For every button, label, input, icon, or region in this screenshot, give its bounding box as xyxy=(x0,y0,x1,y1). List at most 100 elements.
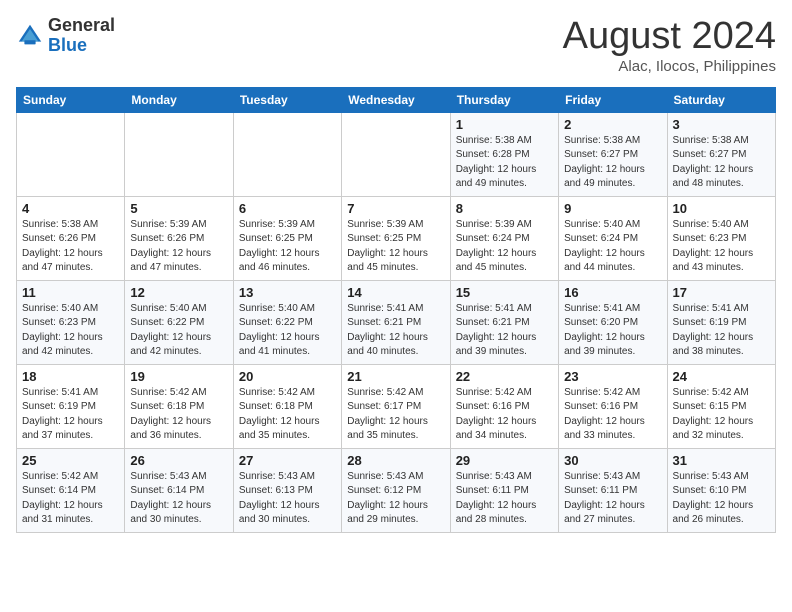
calendar-cell: 1 Sunrise: 5:38 AM Sunset: 6:28 PM Daylig… xyxy=(450,112,558,196)
week-row-1: 1 Sunrise: 5:38 AM Sunset: 6:28 PM Daylig… xyxy=(17,112,776,196)
day-number: 17 xyxy=(673,285,770,300)
calendar-cell: 18 Sunrise: 5:41 AM Sunset: 6:19 PM Dayli… xyxy=(17,364,125,448)
calendar-cell: 17Sunrise: 5:41 AM Sunset: 6:19 PM Dayli… xyxy=(667,280,775,364)
weekday-header-friday: Friday xyxy=(559,87,667,112)
weekday-header-monday: Monday xyxy=(125,87,233,112)
weekday-header-saturday: Saturday xyxy=(667,87,775,112)
day-info: Sunrise: 5:40 AM Sunset: 6:24 PM Dayligh… xyxy=(564,218,661,276)
calendar-cell: 10 Sunrise: 5:40 AM Sunset: 6:23 PM Dayli… xyxy=(667,196,775,280)
day-info: Sunrise: 5:43 AM Sunset: 6:11 PM Dayligh… xyxy=(456,470,553,528)
calendar-cell: 22 Sunrise: 5:42 AM Sunset: 6:16 PM Dayli… xyxy=(450,364,558,448)
day-number: 26 xyxy=(130,453,227,468)
page-header: General Blue August 2024 Alac, Ilocos, P… xyxy=(16,16,776,75)
day-number: 28 xyxy=(347,453,444,468)
day-number: 19 xyxy=(130,369,227,384)
calendar-cell: 3Sunrise: 5:38 AM Sunset: 6:27 PM Daylig… xyxy=(667,112,775,196)
day-number: 10 xyxy=(673,201,770,216)
day-number: 20 xyxy=(239,369,336,384)
calendar-cell xyxy=(342,112,450,196)
day-number: 15 xyxy=(456,285,553,300)
day-info: Sunrise: 5:42 AM Sunset: 6:15 PM Dayligh… xyxy=(673,386,770,444)
calendar-cell: 16 Sunrise: 5:41 AM Sunset: 6:20 PM Dayli… xyxy=(559,280,667,364)
day-info: Sunrise: 5:41 AM Sunset: 6:19 PM Dayligh… xyxy=(22,386,119,444)
day-number: 18 xyxy=(22,369,119,384)
day-number: 25 xyxy=(22,453,119,468)
calendar-cell: 25 Sunrise: 5:42 AM Sunset: 6:14 PM Dayli… xyxy=(17,448,125,532)
calendar-cell: 8 Sunrise: 5:39 AM Sunset: 6:24 PM Daylig… xyxy=(450,196,558,280)
calendar-cell: 14Sunrise: 5:41 AM Sunset: 6:21 PM Dayli… xyxy=(342,280,450,364)
day-info: Sunrise: 5:41 AM Sunset: 6:20 PM Dayligh… xyxy=(564,302,661,360)
calendar-cell: 13Sunrise: 5:40 AM Sunset: 6:22 PM Dayli… xyxy=(233,280,341,364)
day-number: 22 xyxy=(456,369,553,384)
day-number: 7 xyxy=(347,201,444,216)
weekday-header-row: SundayMondayTuesdayWednesdayThursdayFrid… xyxy=(17,87,776,112)
day-info: Sunrise: 5:43 AM Sunset: 6:11 PM Dayligh… xyxy=(564,470,661,528)
calendar-cell: 30 Sunrise: 5:43 AM Sunset: 6:11 PM Dayli… xyxy=(559,448,667,532)
weekday-header-sunday: Sunday xyxy=(17,87,125,112)
week-row-4: 18 Sunrise: 5:41 AM Sunset: 6:19 PM Dayli… xyxy=(17,364,776,448)
day-number: 1 xyxy=(456,117,553,132)
day-number: 30 xyxy=(564,453,661,468)
day-info: Sunrise: 5:42 AM Sunset: 6:18 PM Dayligh… xyxy=(239,386,336,444)
calendar-cell: 27 Sunrise: 5:43 AM Sunset: 6:13 PM Dayli… xyxy=(233,448,341,532)
day-number: 27 xyxy=(239,453,336,468)
day-number: 11 xyxy=(22,285,119,300)
location-subtitle: Alac, Ilocos, Philippines xyxy=(563,58,776,75)
month-title: August 2024 xyxy=(563,16,776,58)
logo: General Blue xyxy=(16,16,115,56)
day-number: 21 xyxy=(347,369,444,384)
logo-blue-text: Blue xyxy=(48,36,115,56)
title-block: August 2024 Alac, Ilocos, Philippines xyxy=(563,16,776,75)
day-info: Sunrise: 5:41 AM Sunset: 6:21 PM Dayligh… xyxy=(456,302,553,360)
day-number: 24 xyxy=(673,369,770,384)
calendar-cell: 29 Sunrise: 5:43 AM Sunset: 6:11 PM Dayli… xyxy=(450,448,558,532)
day-info: Sunrise: 5:40 AM Sunset: 6:23 PM Dayligh… xyxy=(673,218,770,276)
day-info: Sunrise: 5:43 AM Sunset: 6:14 PM Dayligh… xyxy=(130,470,227,528)
weekday-header-tuesday: Tuesday xyxy=(233,87,341,112)
day-info: Sunrise: 5:42 AM Sunset: 6:16 PM Dayligh… xyxy=(456,386,553,444)
calendar-cell: 31 Sunrise: 5:43 AM Sunset: 6:10 PM Dayli… xyxy=(667,448,775,532)
day-number: 16 xyxy=(564,285,661,300)
day-info: Sunrise: 5:43 AM Sunset: 6:12 PM Dayligh… xyxy=(347,470,444,528)
calendar-cell: 12Sunrise: 5:40 AM Sunset: 6:22 PM Dayli… xyxy=(125,280,233,364)
calendar-cell: 6Sunrise: 5:39 AM Sunset: 6:25 PM Daylig… xyxy=(233,196,341,280)
calendar-cell: 20 Sunrise: 5:42 AM Sunset: 6:18 PM Dayli… xyxy=(233,364,341,448)
day-info: Sunrise: 5:40 AM Sunset: 6:22 PM Dayligh… xyxy=(239,302,336,360)
calendar-cell: 11 Sunrise: 5:40 AM Sunset: 6:23 PM Dayli… xyxy=(17,280,125,364)
day-info: Sunrise: 5:39 AM Sunset: 6:26 PM Dayligh… xyxy=(130,218,227,276)
day-info: Sunrise: 5:38 AM Sunset: 6:26 PM Dayligh… xyxy=(22,218,119,276)
day-info: Sunrise: 5:39 AM Sunset: 6:24 PM Dayligh… xyxy=(456,218,553,276)
weekday-header-thursday: Thursday xyxy=(450,87,558,112)
day-number: 9 xyxy=(564,201,661,216)
day-number: 14 xyxy=(347,285,444,300)
day-number: 2 xyxy=(564,117,661,132)
day-info: Sunrise: 5:38 AM Sunset: 6:28 PM Dayligh… xyxy=(456,134,553,192)
day-info: Sunrise: 5:43 AM Sunset: 6:10 PM Dayligh… xyxy=(673,470,770,528)
week-row-2: 4Sunrise: 5:38 AM Sunset: 6:26 PM Daylig… xyxy=(17,196,776,280)
calendar-cell: 7 Sunrise: 5:39 AM Sunset: 6:25 PM Daylig… xyxy=(342,196,450,280)
day-info: Sunrise: 5:38 AM Sunset: 6:27 PM Dayligh… xyxy=(673,134,770,192)
day-info: Sunrise: 5:43 AM Sunset: 6:13 PM Dayligh… xyxy=(239,470,336,528)
calendar-cell: 9 Sunrise: 5:40 AM Sunset: 6:24 PM Daylig… xyxy=(559,196,667,280)
day-info: Sunrise: 5:42 AM Sunset: 6:14 PM Dayligh… xyxy=(22,470,119,528)
week-row-3: 11 Sunrise: 5:40 AM Sunset: 6:23 PM Dayli… xyxy=(17,280,776,364)
day-info: Sunrise: 5:39 AM Sunset: 6:25 PM Dayligh… xyxy=(347,218,444,276)
day-info: Sunrise: 5:40 AM Sunset: 6:23 PM Dayligh… xyxy=(22,302,119,360)
day-number: 29 xyxy=(456,453,553,468)
day-info: Sunrise: 5:39 AM Sunset: 6:25 PM Dayligh… xyxy=(239,218,336,276)
calendar-cell: 28 Sunrise: 5:43 AM Sunset: 6:12 PM Dayli… xyxy=(342,448,450,532)
calendar-cell: 19Sunrise: 5:42 AM Sunset: 6:18 PM Dayli… xyxy=(125,364,233,448)
day-number: 5 xyxy=(130,201,227,216)
calendar-cell xyxy=(125,112,233,196)
day-number: 8 xyxy=(456,201,553,216)
calendar-cell xyxy=(233,112,341,196)
day-info: Sunrise: 5:42 AM Sunset: 6:17 PM Dayligh… xyxy=(347,386,444,444)
calendar-cell xyxy=(17,112,125,196)
day-number: 31 xyxy=(673,453,770,468)
day-info: Sunrise: 5:42 AM Sunset: 6:16 PM Dayligh… xyxy=(564,386,661,444)
day-info: Sunrise: 5:38 AM Sunset: 6:27 PM Dayligh… xyxy=(564,134,661,192)
calendar-cell: 26 Sunrise: 5:43 AM Sunset: 6:14 PM Dayli… xyxy=(125,448,233,532)
weekday-header-wednesday: Wednesday xyxy=(342,87,450,112)
day-info: Sunrise: 5:40 AM Sunset: 6:22 PM Dayligh… xyxy=(130,302,227,360)
logo-icon xyxy=(16,22,44,50)
